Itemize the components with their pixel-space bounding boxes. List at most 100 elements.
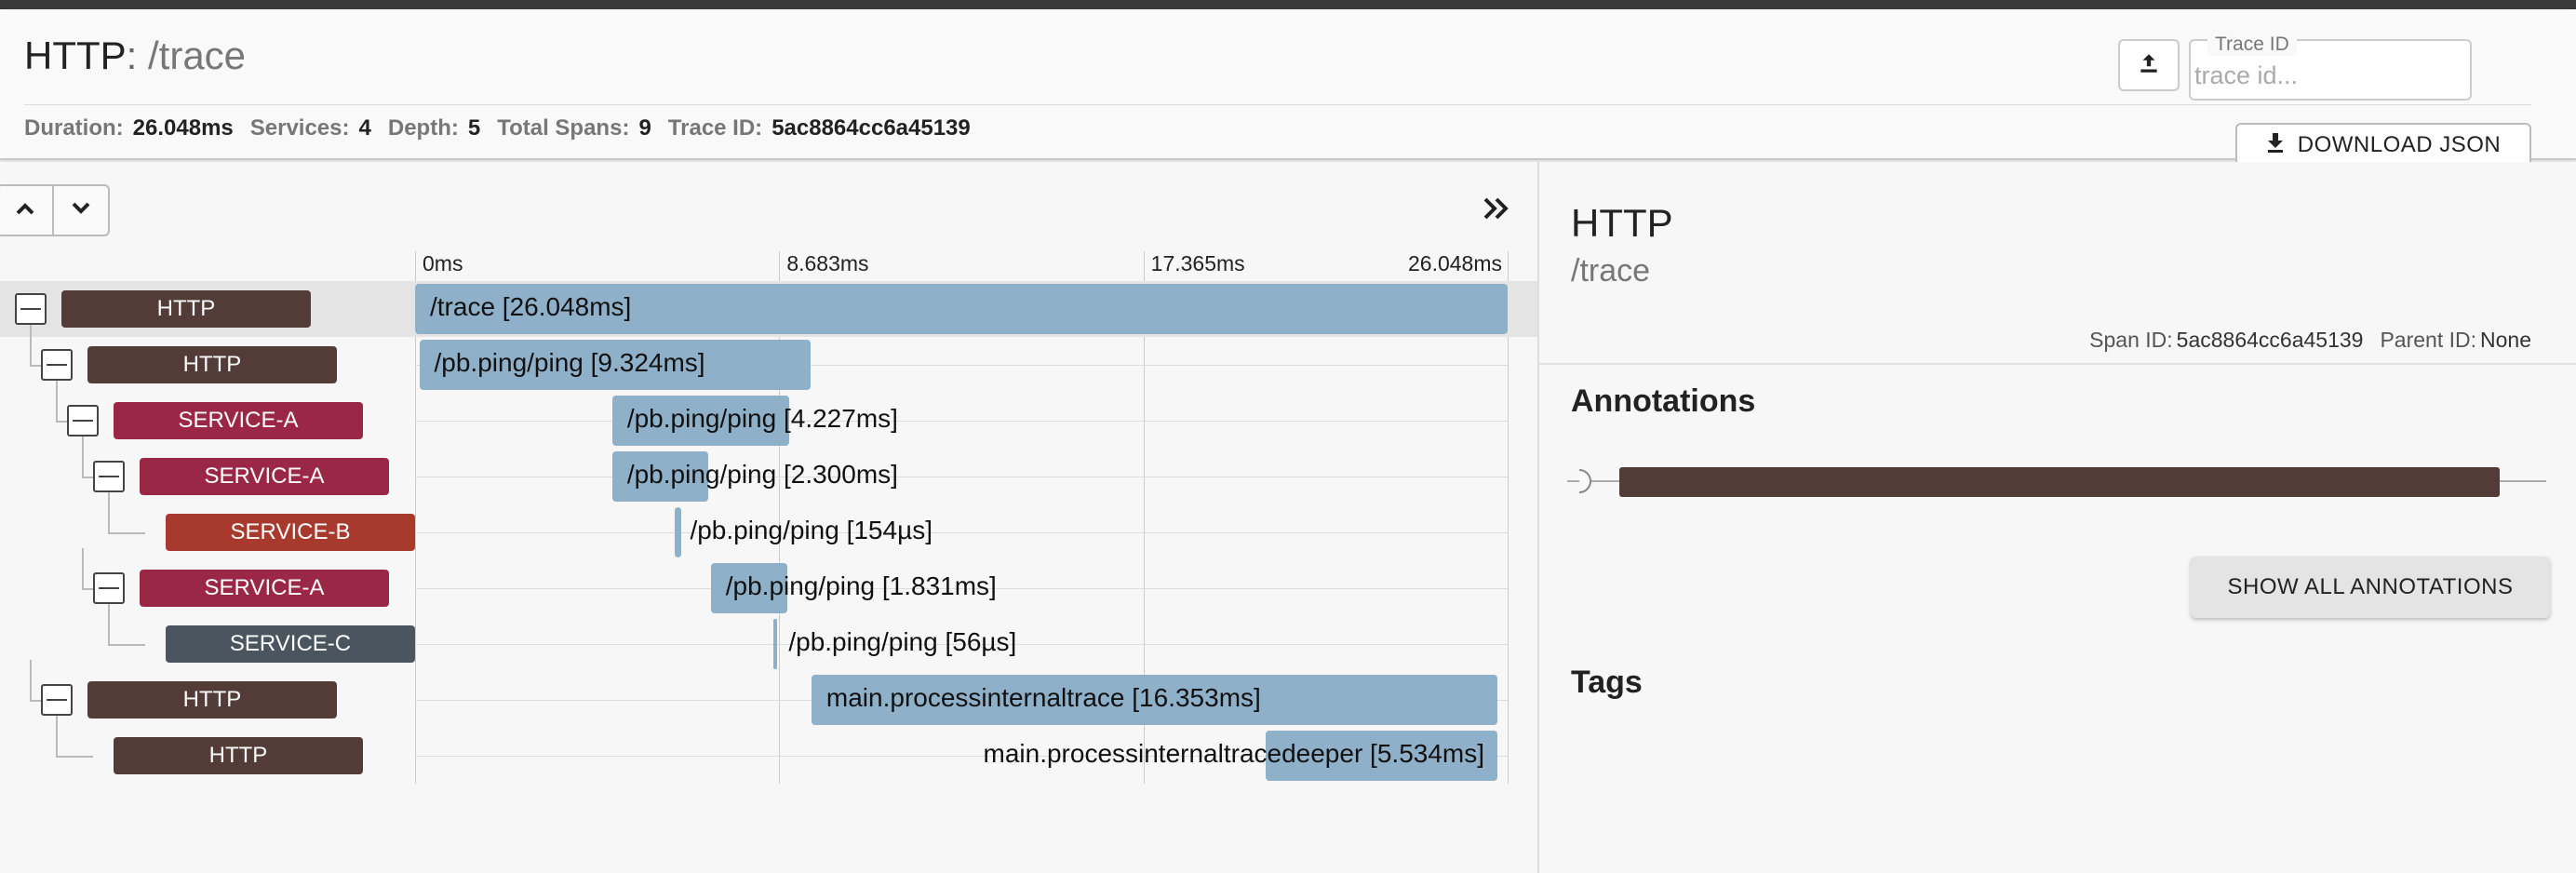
span-label: main.processinternaltracedeeper [5.534ms… bbox=[983, 739, 1485, 768]
tree-connector bbox=[108, 604, 110, 644]
span-row[interactable]: HTTP/pb.ping/ping [9.324ms] bbox=[0, 325, 1537, 393]
collapse-detail-button[interactable] bbox=[1478, 192, 1515, 229]
span-label: /trace [26.048ms] bbox=[430, 292, 632, 321]
span-row[interactable]: SERVICE-A/pb.ping/ping [4.227ms] bbox=[0, 381, 1537, 449]
tags-heading: Tags bbox=[1571, 665, 1643, 700]
upload-button[interactable] bbox=[2118, 39, 2180, 91]
stat-value: 5ac8864cc6a45139 bbox=[771, 115, 971, 141]
time-axis: 0ms 8.683ms 17.365ms 26.048ms bbox=[415, 251, 1508, 283]
parent-id-label: Parent ID: bbox=[2380, 328, 2477, 352]
trace-id-input[interactable] bbox=[2191, 56, 2466, 95]
tree-connector bbox=[30, 365, 41, 367]
title-service: HTTP bbox=[24, 34, 127, 77]
header-divider bbox=[24, 104, 2531, 105]
stat-services: Services: 4 bbox=[250, 115, 371, 141]
tree-connector bbox=[30, 700, 41, 702]
span-id: Span ID: 5ac8864cc6a45139 bbox=[2089, 328, 2363, 353]
service-badge[interactable]: SERVICE-C bbox=[166, 625, 415, 663]
stat-label: Services: bbox=[249, 115, 350, 141]
detail-divider bbox=[1539, 363, 2576, 365]
span-bar[interactable] bbox=[675, 507, 682, 557]
span-row[interactable]: HTTP/trace [26.048ms] bbox=[0, 281, 1537, 337]
page-title: HTTP: /trace bbox=[24, 34, 246, 78]
tree-connector bbox=[82, 477, 93, 478]
tree-connector bbox=[30, 325, 32, 365]
annotation-bar[interactable] bbox=[1619, 467, 2500, 497]
tree-connector bbox=[56, 381, 58, 421]
tree-connector bbox=[82, 588, 93, 590]
row-baseline bbox=[415, 532, 1508, 533]
tick-label: 8.683ms bbox=[786, 251, 869, 275]
span-row[interactable]: HTTP main.processinternaltracedeeper [5.5… bbox=[0, 716, 1537, 784]
stat-label: Depth: bbox=[387, 115, 459, 141]
tick-label: 26.048ms bbox=[1407, 251, 1502, 275]
chevron-down-icon bbox=[71, 201, 91, 221]
detail-service: HTTP bbox=[1571, 201, 1673, 245]
stat-total-spans: Total Spans: 9 bbox=[497, 115, 651, 141]
timeline-pane: 0ms 8.683ms 17.365ms 26.048ms HTTP/trace [2… bbox=[0, 162, 1537, 873]
stat-depth: Depth: 5 bbox=[388, 115, 480, 141]
tree-connector bbox=[82, 548, 84, 588]
double-chevron-right-icon bbox=[1483, 196, 1510, 225]
expand-down-button[interactable] bbox=[52, 186, 108, 235]
service-badge[interactable]: SERVICE-A bbox=[114, 402, 363, 439]
chevron-up-icon bbox=[15, 201, 35, 221]
tick-label: 0ms bbox=[423, 251, 463, 275]
tree-connector bbox=[56, 756, 93, 758]
span-row[interactable]: SERVICE-C/pb.ping/ping [56µs] bbox=[0, 604, 1537, 672]
title-span-name: /trace bbox=[148, 34, 247, 77]
span-row[interactable]: HTTP main.processinternaltrace [16.353ms] bbox=[0, 660, 1537, 728]
stat-value: 26.048ms bbox=[132, 115, 234, 141]
span-label: main.processinternaltrace [16.353ms] bbox=[825, 683, 1261, 712]
stat-trace-id: Trace ID: 5ac8864cc6a45139 bbox=[668, 115, 971, 141]
collapse-toggle[interactable] bbox=[93, 572, 125, 604]
span-label: /pb.ping/ping [1.831ms] bbox=[725, 571, 997, 600]
download-label: DOWNLOAD JSON bbox=[2297, 132, 2502, 157]
service-badge[interactable]: HTTP bbox=[87, 346, 337, 383]
collapse-toggle[interactable] bbox=[15, 293, 47, 325]
collapse-toggle[interactable] bbox=[93, 461, 125, 492]
service-badge[interactable]: HTTP bbox=[114, 737, 363, 774]
trace-header: HTTP: /trace Duration: 26.048ms Services:… bbox=[0, 9, 2576, 168]
parent-id: Parent ID: None bbox=[2380, 328, 2531, 353]
span-detail-pane: HTTP /trace Span ID: 5ac8864cc6a45139 Par… bbox=[1537, 162, 2576, 873]
service-badge[interactable]: SERVICE-A bbox=[140, 570, 389, 607]
tree-connector bbox=[108, 532, 145, 534]
expand-up-button[interactable] bbox=[0, 186, 52, 235]
tree-connector bbox=[108, 492, 110, 532]
show-all-annotations-button[interactable]: SHOW ALL ANNOTATIONS bbox=[2191, 557, 2550, 618]
upload-icon bbox=[2137, 51, 2161, 80]
span-label: /pb.ping/ping [56µs] bbox=[788, 627, 1017, 656]
span-label: /pb.ping/ping [4.227ms] bbox=[626, 404, 898, 433]
span-label: /pb.ping/ping [9.324ms] bbox=[434, 348, 705, 377]
download-icon bbox=[2266, 132, 2285, 159]
tree-connector bbox=[56, 716, 58, 756]
stat-value: 4 bbox=[358, 115, 371, 141]
span-row[interactable]: SERVICE-A/pb.ping/ping [2.300ms] bbox=[0, 436, 1537, 504]
title-separator: : bbox=[126, 34, 148, 77]
stat-label: Duration: bbox=[24, 115, 124, 141]
stat-label: Total Spans: bbox=[497, 115, 630, 141]
tree-connector bbox=[56, 421, 67, 423]
trace-summary: Duration: 26.048ms Services: 4 Depth: 5 Tot… bbox=[24, 115, 987, 141]
download-json-button[interactable]: DOWNLOAD JSON bbox=[2235, 123, 2531, 168]
service-badge[interactable]: HTTP bbox=[87, 681, 337, 719]
collapse-toggle[interactable] bbox=[41, 349, 73, 381]
span-row[interactable]: SERVICE-A/pb.ping/ping [1.831ms] bbox=[0, 548, 1537, 616]
span-bar[interactable] bbox=[773, 619, 778, 669]
tree-connector bbox=[108, 644, 145, 646]
span-label: /pb.ping/ping [2.300ms] bbox=[626, 460, 898, 489]
collapse-toggle[interactable] bbox=[41, 684, 73, 716]
span-ids: Span ID: 5ac8864cc6a45139 Parent ID: None bbox=[2089, 328, 2531, 353]
service-badge[interactable]: SERVICE-B bbox=[166, 514, 415, 551]
service-badge[interactable]: HTTP bbox=[61, 290, 311, 328]
span-label: /pb.ping/ping [154µs] bbox=[690, 516, 932, 544]
span-row[interactable]: SERVICE-B/pb.ping/ping [154µs] bbox=[0, 492, 1537, 560]
stat-value: 9 bbox=[638, 115, 651, 141]
tick-label: 17.365ms bbox=[1150, 251, 1245, 275]
tree-connector bbox=[82, 436, 84, 477]
service-badge[interactable]: SERVICE-A bbox=[140, 458, 389, 495]
stat-duration: Duration: 26.048ms bbox=[24, 115, 234, 141]
collapse-toggle[interactable] bbox=[67, 405, 99, 436]
detail-span-name: /trace bbox=[1571, 253, 1651, 289]
